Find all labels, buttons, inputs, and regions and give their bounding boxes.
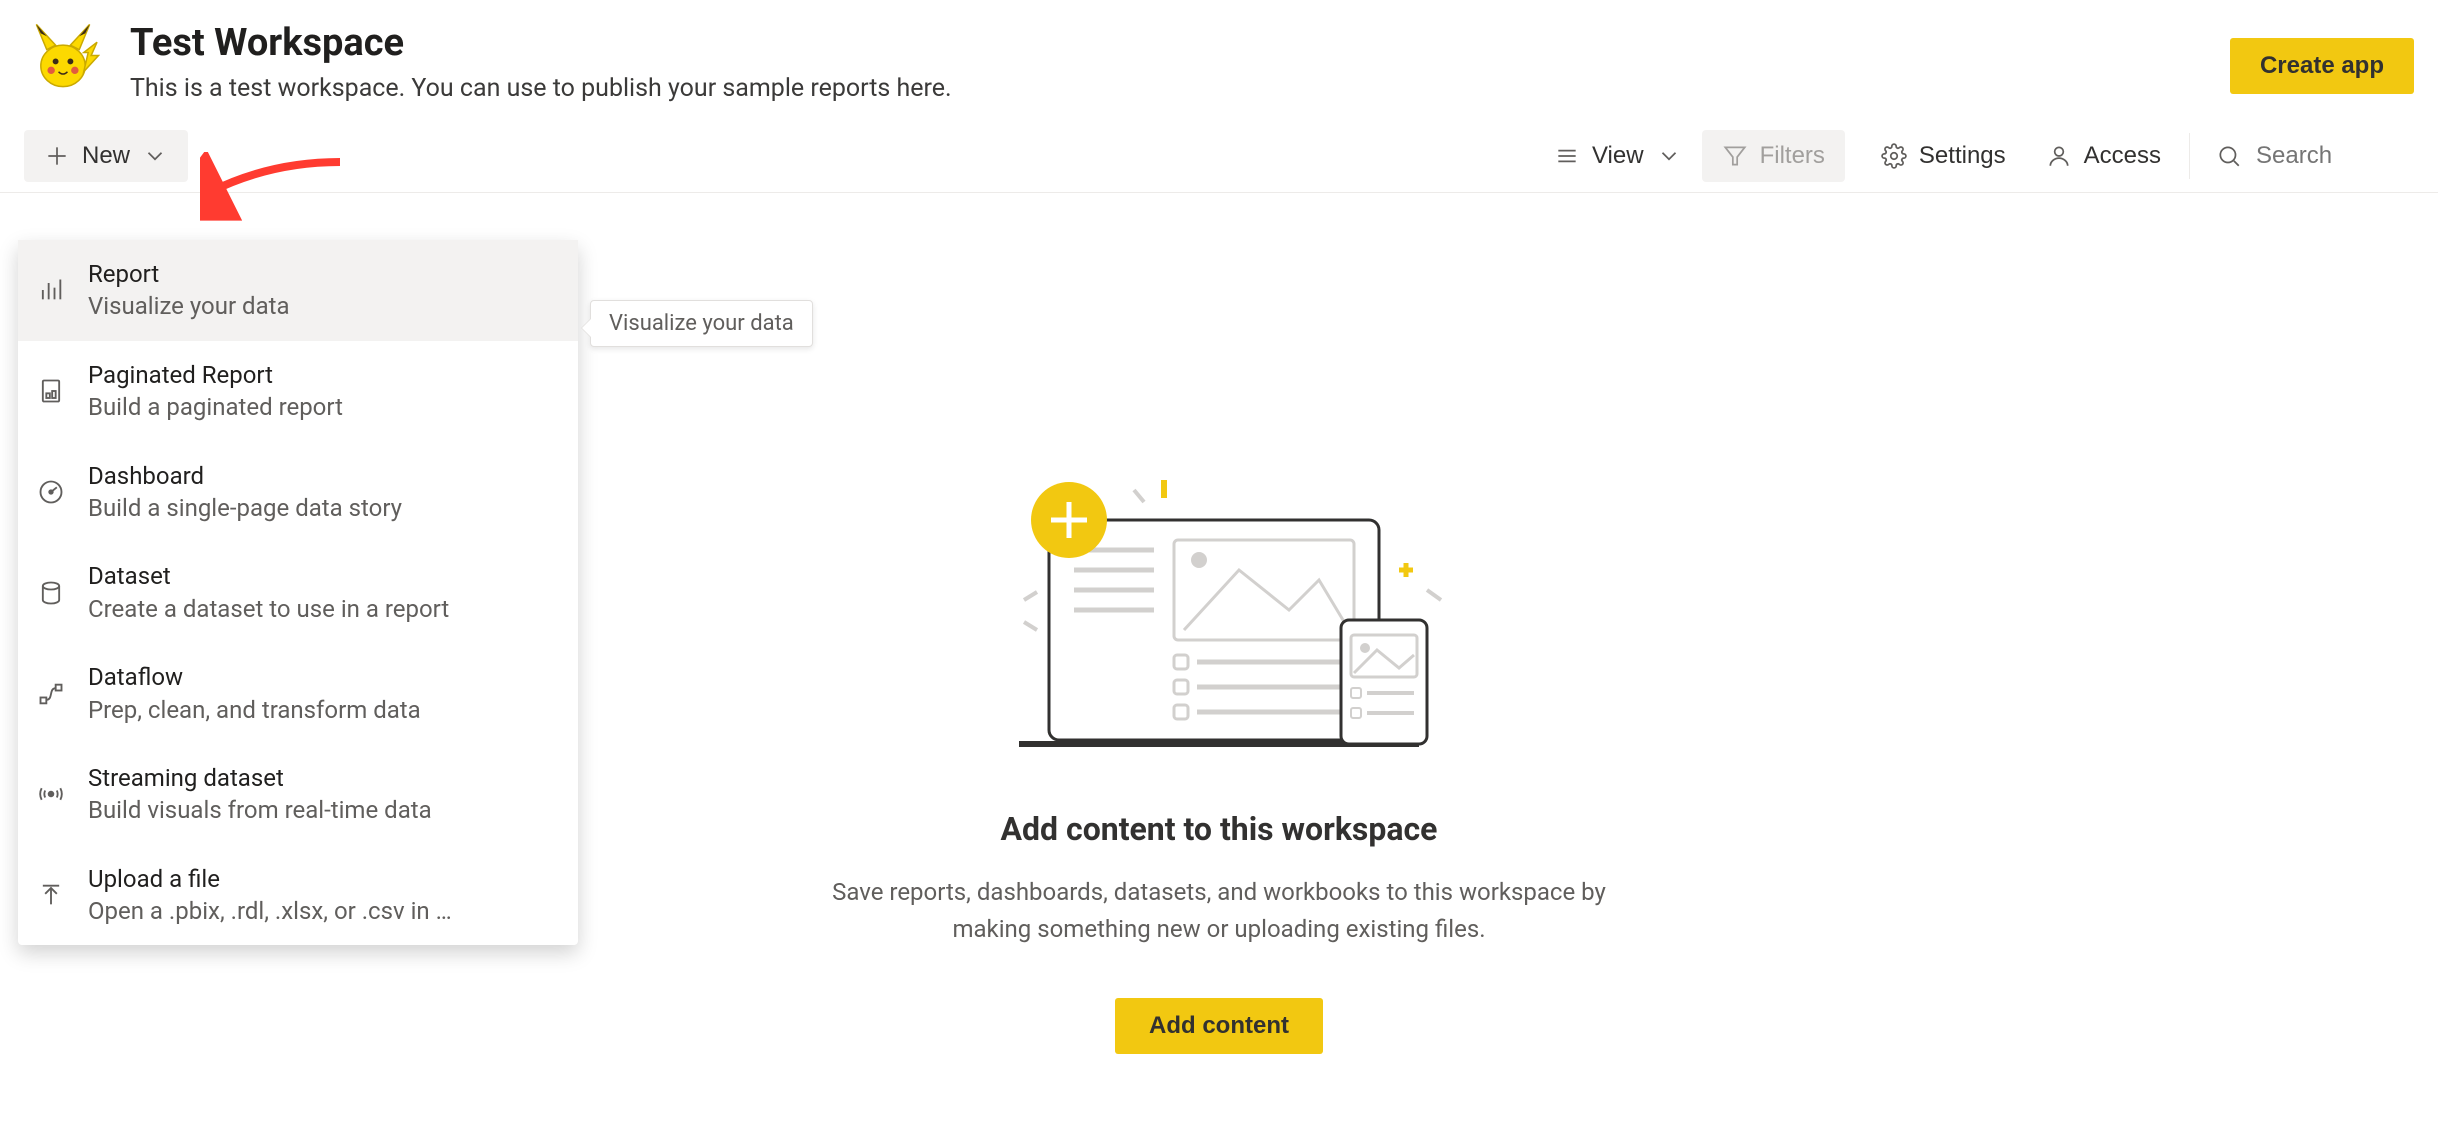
menu-item-upload-file[interactable]: Upload a file Open a .pbix, .rdl, .xlsx,… <box>18 845 578 946</box>
chevron-down-icon <box>1656 143 1682 169</box>
menu-item-subtitle: Build a single-page data story <box>88 492 402 524</box>
add-content-button[interactable]: Add content <box>1115 998 1323 1054</box>
menu-item-title: Report <box>88 258 290 290</box>
access-button-label: Access <box>2084 142 2161 170</box>
toolbar-divider <box>2189 133 2190 179</box>
menu-item-title: Dashboard <box>88 460 402 492</box>
menu-item-title: Dataflow <box>88 661 421 693</box>
workspace-title: Test Workspace <box>130 20 2230 68</box>
new-button-label: New <box>82 142 130 170</box>
empty-state: Add content to this workspace Save repor… <box>804 450 1634 1054</box>
filter-icon <box>1722 143 1748 169</box>
search-box[interactable] <box>2198 130 2414 182</box>
person-icon <box>2046 143 2072 169</box>
workspace-header: Test Workspace This is a test workspace.… <box>0 0 2438 113</box>
access-button[interactable]: Access <box>2026 130 2181 182</box>
broadcast-icon <box>36 779 66 809</box>
plus-icon <box>44 143 70 169</box>
filters-button-label: Filters <box>1760 142 1825 170</box>
create-app-button[interactable]: Create app <box>2230 38 2414 94</box>
menu-item-dataflow[interactable]: Dataflow Prep, clean, and transform data <box>18 643 578 744</box>
menu-item-subtitle: Build a paginated report <box>88 391 343 423</box>
search-input[interactable] <box>2256 142 2396 170</box>
workspace-title-block: Test Workspace This is a test workspace.… <box>130 18 2230 103</box>
chevron-down-icon <box>142 143 168 169</box>
gauge-icon <box>36 477 66 507</box>
settings-button-label: Settings <box>1919 142 2006 170</box>
workspace-description: This is a test workspace. You can use to… <box>130 74 2230 103</box>
new-button[interactable]: New <box>24 130 188 182</box>
menu-item-paginated-report[interactable]: Paginated Report Build a paginated repor… <box>18 341 578 442</box>
list-icon <box>1554 143 1580 169</box>
filters-button[interactable]: Filters <box>1702 130 1845 182</box>
menu-item-title: Dataset <box>88 560 449 592</box>
new-dropdown: Report Visualize your data Paginated Rep… <box>18 240 578 945</box>
menu-item-subtitle: Build visuals from real-time data <box>88 794 432 826</box>
bar-chart-icon <box>36 275 66 305</box>
menu-item-title: Streaming dataset <box>88 762 432 794</box>
menu-item-subtitle: Create a dataset to use in a report <box>88 593 449 625</box>
gear-icon <box>1881 143 1907 169</box>
menu-item-streaming-dataset[interactable]: Streaming dataset Build visuals from rea… <box>18 744 578 845</box>
empty-state-description: Save reports, dashboards, datasets, and … <box>804 874 1634 948</box>
empty-state-illustration <box>989 450 1449 770</box>
view-button[interactable]: View <box>1534 130 1702 182</box>
menu-item-report[interactable]: Report Visualize your data <box>18 240 578 341</box>
menu-item-subtitle: Prep, clean, and transform data <box>88 694 421 726</box>
menu-item-dataset[interactable]: Dataset Create a dataset to use in a rep… <box>18 542 578 643</box>
view-button-label: View <box>1592 142 1644 170</box>
workspace-avatar <box>24 18 102 96</box>
menu-item-title: Upload a file <box>88 863 452 895</box>
settings-button[interactable]: Settings <box>1861 130 2026 182</box>
menu-item-title: Paginated Report <box>88 359 343 391</box>
search-icon <box>2216 143 2242 169</box>
toolbar: New View Filters Settings Access <box>0 121 2438 193</box>
upload-icon <box>36 880 66 910</box>
page-icon <box>36 376 66 406</box>
database-icon <box>36 578 66 608</box>
empty-state-title: Add content to this workspace <box>804 810 1634 848</box>
menu-item-subtitle: Open a .pbix, .rdl, .xlsx, or .csv in … <box>88 895 452 927</box>
menu-item-dashboard[interactable]: Dashboard Build a single-page data story <box>18 442 578 543</box>
menu-item-tooltip: Visualize your data <box>590 300 813 347</box>
flow-icon <box>36 679 66 709</box>
menu-item-subtitle: Visualize your data <box>88 290 290 322</box>
